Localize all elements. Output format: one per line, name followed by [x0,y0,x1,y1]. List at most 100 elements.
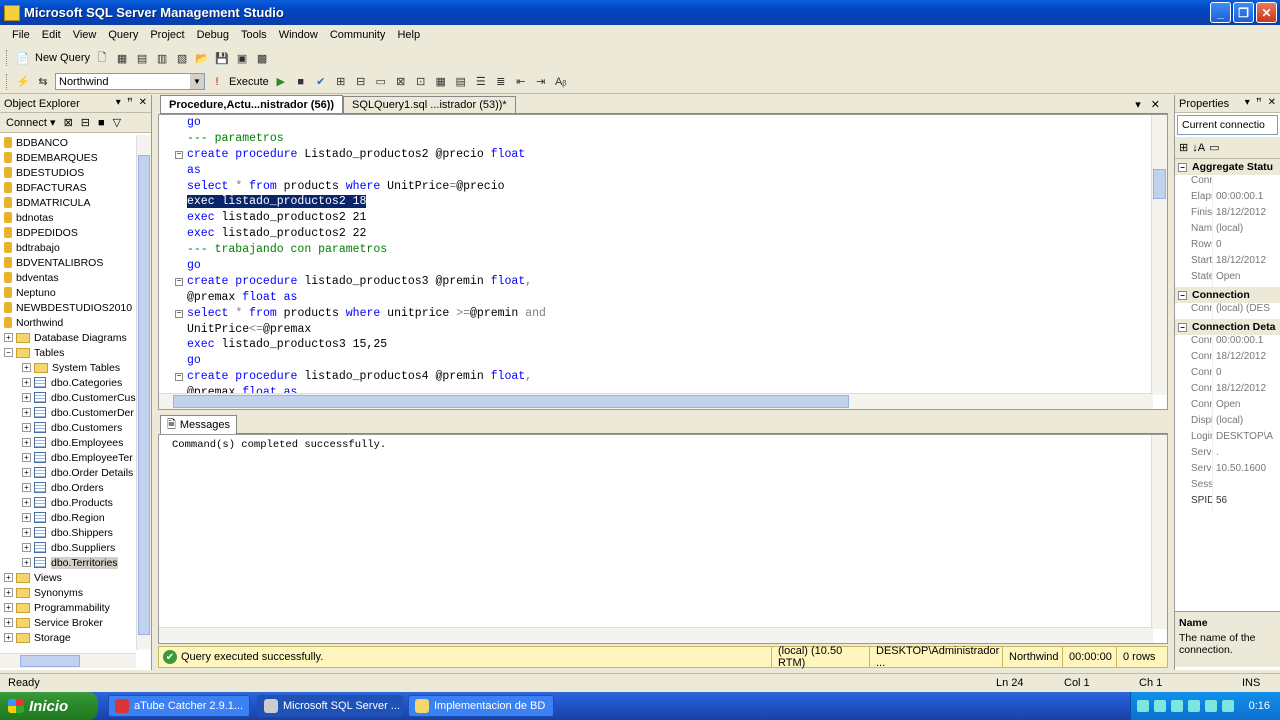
tree-item[interactable]: bdnotas [0,210,136,225]
expand-icon[interactable]: + [22,438,31,447]
open-folder-icon[interactable]: 📂 [194,50,210,66]
include-plan-icon[interactable]: ⊠ [393,74,409,90]
results-hscrollbar[interactable] [159,627,1153,643]
expand-icon[interactable]: + [4,573,13,582]
results-to-file-icon[interactable]: ▤ [453,74,469,90]
tree-item[interactable]: − Tables [0,345,136,360]
taskbar-folder[interactable]: Implementacion de BD [408,695,554,717]
expand-icon[interactable]: + [22,483,31,492]
object-explorer-vscrollbar[interactable] [136,135,151,650]
menu-debug[interactable]: Debug [191,29,235,41]
collapse-region-icon[interactable]: − [175,277,183,286]
collapse-icon[interactable]: − [1178,322,1187,332]
tree-item[interactable]: + dbo.Customers [0,420,136,435]
property-row[interactable]: Server. [1175,447,1280,463]
property-row[interactable]: SPID 56 [1175,495,1280,511]
tray-icon[interactable] [1205,700,1217,712]
dmx-query-icon[interactable]: ▥ [154,50,170,66]
property-category[interactable]: − Aggregate Statu [1175,159,1280,175]
property-row[interactable]: Connec18/12/2012 [1175,351,1280,367]
menu-view[interactable]: View [67,29,103,41]
collapse-region-icon[interactable]: − [175,309,183,318]
register-icon[interactable]: ⊟ [81,116,90,129]
property-category[interactable]: − Connection [1175,287,1280,303]
expand-icon[interactable]: + [4,633,13,642]
tree-item[interactable]: + Programmability [0,600,136,615]
expand-icon[interactable]: + [22,378,31,387]
property-row[interactable]: Rows r0 [1175,239,1280,255]
property-row[interactable]: Server10.50.1600 [1175,463,1280,479]
tree-item[interactable]: + dbo.CustomerCus [0,390,136,405]
tree-item[interactable]: + dbo.EmployeeTer [0,450,136,465]
expand-icon[interactable]: + [4,603,13,612]
alphabetical-icon[interactable]: ↓A [1192,142,1205,154]
properties-object-select[interactable]: Current connectio [1177,115,1278,135]
taskbar-atube[interactable]: aTube Catcher 2.9.1... [108,695,250,717]
expand-icon[interactable]: + [22,498,31,507]
tree-item[interactable]: + dbo.Region [0,510,136,525]
menu-window[interactable]: Window [273,29,324,41]
property-row[interactable]: ConnecOpen [1175,399,1280,415]
expand-icon[interactable]: + [22,423,31,432]
expand-icon[interactable]: + [22,513,31,522]
comment-icon[interactable]: ☰ [473,74,489,90]
analysis-query-icon[interactable]: ▦ [114,50,130,66]
activity-monitor-icon[interactable]: ▩ [254,50,270,66]
dropdown-icon[interactable]: ▾ [116,97,121,108]
editor-vscrollbar[interactable] [1151,115,1167,395]
pin-icon[interactable]: ꟸ [1256,97,1262,108]
tree-item[interactable]: + Storage [0,630,136,645]
expand-icon[interactable]: + [4,588,13,597]
property-category[interactable]: − Connection Deta [1175,319,1280,335]
property-row[interactable]: Display(local) [1175,415,1280,431]
collapse-icon[interactable]: − [1178,162,1187,172]
results-to-grid-icon[interactable]: ▦ [433,74,449,90]
code-line[interactable]: select * from products where UnitPrice=@… [159,179,1153,195]
estimated-plan-icon[interactable]: ⊞ [333,74,349,90]
collapse-icon[interactable]: − [1178,290,1187,300]
object-explorer-hscrollbar[interactable] [0,653,136,668]
menu-project[interactable]: Project [144,29,190,41]
tree-item[interactable]: + dbo.Orders [0,480,136,495]
results-vscrollbar[interactable] [1151,435,1167,629]
code-line[interactable]: − create procedure listado_productos4 @pr… [159,369,1153,385]
disconnect-icon[interactable]: ⊠ [64,116,73,129]
tab-sqlquery1[interactable]: SQLQuery1.sql ...istrador (53))* [343,96,516,113]
code-line[interactable]: go [159,353,1153,369]
code-area[interactable]: go --- parametros − create procedure Listad… [159,115,1153,395]
code-line[interactable]: exec listado_productos2 18 [159,194,1153,210]
property-row[interactable]: Finish t18/12/2012 [1175,207,1280,223]
tree-item[interactable]: + Synonyms [0,585,136,600]
property-row[interactable]: Sessior [1175,479,1280,495]
start-button[interactable]: Inicio [0,692,98,720]
collapse-region-icon[interactable]: − [175,150,183,159]
property-pages-icon[interactable]: ▭ [1209,141,1219,154]
tab-list-dropdown-icon[interactable]: ▾ [1135,98,1141,111]
expand-icon[interactable]: + [22,408,31,417]
expand-icon[interactable]: + [22,528,31,537]
property-row[interactable]: State Open [1175,271,1280,287]
property-row[interactable]: Start ti18/12/2012 [1175,255,1280,271]
property-row[interactable]: Connec(local) (DES [1175,303,1280,319]
menu-tools[interactable]: Tools [235,29,273,41]
pin-icon[interactable]: ꟸ [127,97,133,108]
code-line[interactable]: exec listado_productos3 15,25 [159,337,1153,353]
expand-icon[interactable]: + [22,558,31,567]
property-row[interactable]: Elapsec00:00:00.1 [1175,191,1280,207]
menu-file[interactable]: File [6,29,36,41]
query-editor[interactable]: go --- parametros − create procedure Listad… [158,114,1168,410]
collapse-region-icon[interactable]: − [175,373,183,382]
execute-button[interactable]: Execute [229,76,269,88]
maximize-button[interactable]: ❐ [1233,2,1254,23]
tree-item[interactable]: bdtrabajo [0,240,136,255]
tray-icon[interactable] [1188,700,1200,712]
tree-item[interactable]: bdventas [0,270,136,285]
property-row[interactable]: Name(local) [1175,223,1280,239]
tree-item[interactable]: + dbo.CustomerDer [0,405,136,420]
menu-query[interactable]: Query [102,29,144,41]
tree-item[interactable]: + Database Diagrams [0,330,136,345]
code-line[interactable]: as [159,163,1153,179]
tray-icon[interactable] [1154,700,1166,712]
dropdown-icon[interactable]: ▾ [1245,97,1250,108]
property-row[interactable]: Login nDESKTOP\A [1175,431,1280,447]
